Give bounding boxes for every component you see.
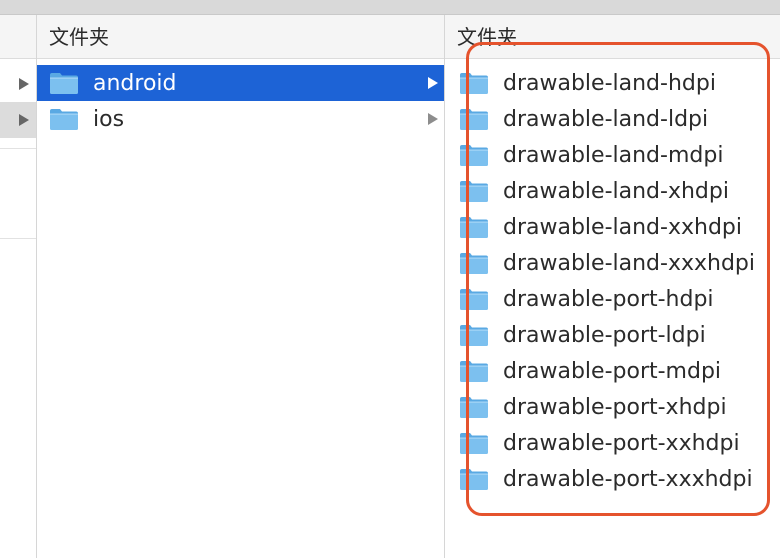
folder-row-drawable-land-ldpi[interactable]: drawable-land-ldpi xyxy=(445,101,780,137)
folder-label: drawable-port-xxxhdpi xyxy=(503,466,753,492)
folder-label: drawable-land-hdpi xyxy=(503,70,716,96)
folder-row-drawable-land-xxxhdpi[interactable]: drawable-land-xxxhdpi xyxy=(445,245,780,281)
folder-row-drawable-port-xxxhdpi[interactable]: drawable-port-xxxhdpi xyxy=(445,461,780,497)
folder-row-drawable-land-mdpi[interactable]: drawable-land-mdpi xyxy=(445,137,780,173)
chevron-right-icon xyxy=(428,113,438,125)
column-header: 文件夹 xyxy=(37,15,444,59)
chevron-right-icon xyxy=(19,114,29,126)
chevron-right-icon xyxy=(428,77,438,89)
folder-row-drawable-land-hdpi[interactable]: drawable-land-hdpi xyxy=(445,65,780,101)
column-header: 文件夹 xyxy=(445,15,780,59)
folder-label: drawable-land-xhdpi xyxy=(503,178,729,204)
folder-icon xyxy=(459,467,489,491)
folder-icon xyxy=(459,215,489,239)
folder-icon xyxy=(459,395,489,419)
column-header xyxy=(0,15,36,59)
folder-label: drawable-port-mdpi xyxy=(503,358,722,384)
folder-label: drawable-port-xhdpi xyxy=(503,394,727,420)
folder-icon xyxy=(49,71,79,95)
window-top-strip xyxy=(0,0,780,15)
folder-row-drawable-land-xhdpi[interactable]: drawable-land-xhdpi xyxy=(445,173,780,209)
folder-row-android[interactable]: android xyxy=(37,65,444,101)
divider xyxy=(0,238,36,239)
folder-row-drawable-land-xxhdpi[interactable]: drawable-land-xxhdpi xyxy=(445,209,780,245)
divider xyxy=(0,148,36,149)
folder-label: drawable-land-ldpi xyxy=(503,106,709,132)
folder-row-drawable-port-ldpi[interactable]: drawable-port-ldpi xyxy=(445,317,780,353)
folder-row-ios[interactable]: ios xyxy=(37,101,444,137)
folder-label: drawable-port-ldpi xyxy=(503,322,706,348)
parent-row-2-selected[interactable] xyxy=(0,102,36,138)
folder-row-drawable-port-xxhdpi[interactable]: drawable-port-xxhdpi xyxy=(445,425,780,461)
folder-label: drawable-land-xxhdpi xyxy=(503,214,742,240)
folder-icon xyxy=(459,251,489,275)
folder-label: android xyxy=(93,70,177,96)
folder-icon xyxy=(459,143,489,167)
parent-row-1[interactable] xyxy=(0,66,36,102)
folder-label: ios xyxy=(93,106,125,132)
folder-label: drawable-land-xxxhdpi xyxy=(503,250,756,276)
folder-icon xyxy=(459,359,489,383)
folder-row-drawable-port-xhdpi[interactable]: drawable-port-xhdpi xyxy=(445,389,780,425)
folder-icon xyxy=(459,107,489,131)
folder-row-drawable-port-mdpi[interactable]: drawable-port-mdpi xyxy=(445,353,780,389)
folder-icon xyxy=(49,107,79,131)
folder-label: drawable-port-xxhdpi xyxy=(503,430,740,456)
finder-column-parent[interactable] xyxy=(0,15,37,558)
finder-column-1[interactable]: 文件夹 android ios xyxy=(37,15,445,558)
finder-column-2[interactable]: 文件夹 drawable-land-hdpi drawable-land-ldpi… xyxy=(445,15,780,558)
folder-icon xyxy=(459,179,489,203)
folder-label: drawable-port-hdpi xyxy=(503,286,714,312)
folder-icon xyxy=(459,323,489,347)
folder-icon xyxy=(459,431,489,455)
chevron-right-icon xyxy=(19,78,29,90)
folder-label: drawable-land-mdpi xyxy=(503,142,724,168)
folder-icon xyxy=(459,71,489,95)
folder-row-drawable-port-hdpi[interactable]: drawable-port-hdpi xyxy=(445,281,780,317)
folder-icon xyxy=(459,287,489,311)
